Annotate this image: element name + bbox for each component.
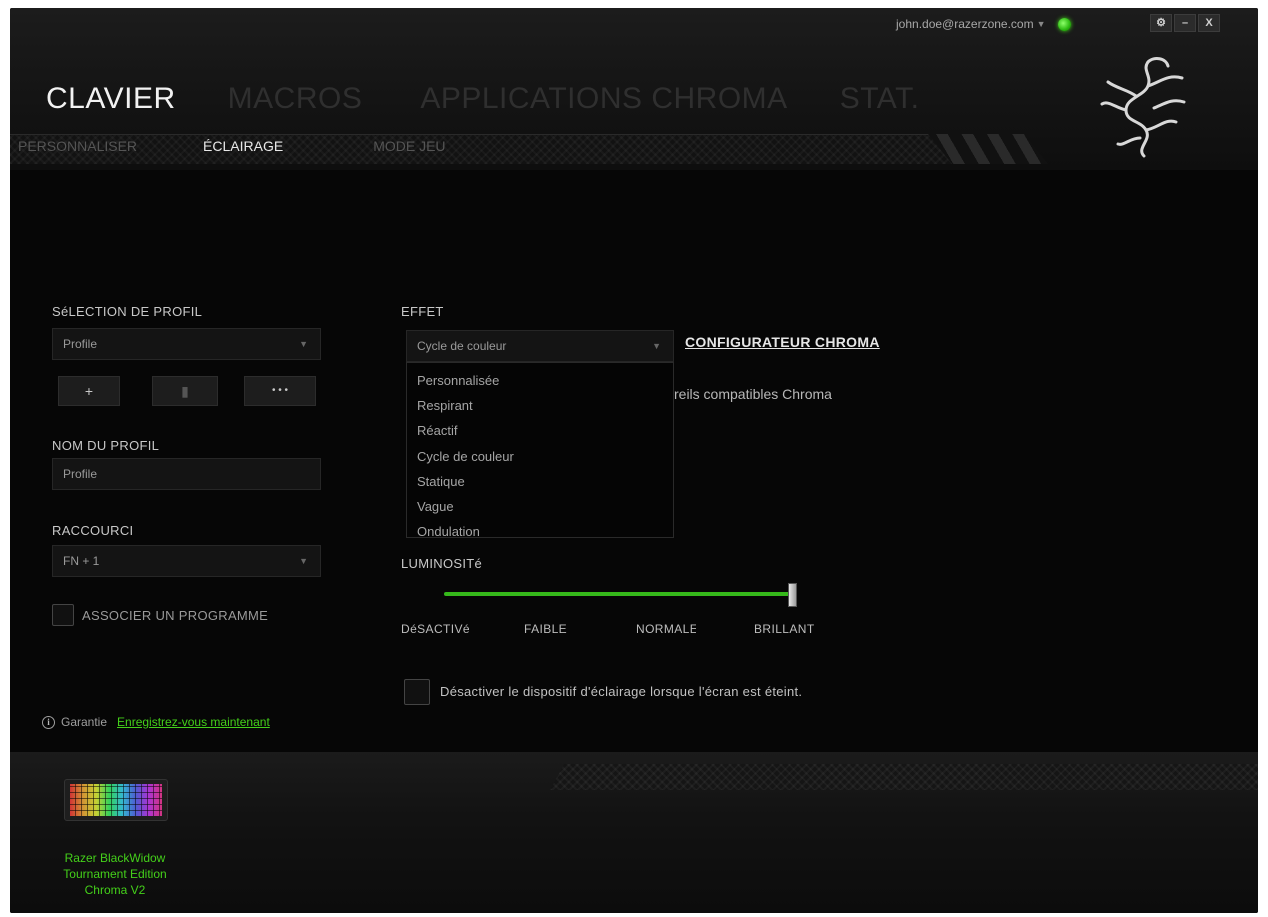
minimize-button[interactable]: – [1174, 14, 1196, 32]
device-band-strip [550, 764, 1258, 790]
window-controls: ⚙ – X [1150, 14, 1220, 32]
tab-clavier[interactable]: CLAVIER [46, 82, 176, 116]
chroma-devices-text: reils compatibles Chroma [674, 386, 832, 402]
delete-profile-button[interactable]: ▮ [152, 376, 218, 406]
effect-label: EFFET [401, 304, 444, 319]
chevron-down-icon: ▼ [299, 339, 308, 349]
associate-program-label: ASSOCIER UN PROGRAMME [82, 608, 269, 623]
chroma-configurator-link[interactable]: CONFIGURATEUR CHROMA [685, 334, 880, 350]
disable-lighting-screen-off-label: Désactiver le dispositif d'éclairage lor… [440, 684, 803, 699]
brightness-tick-normal: NORMALE [636, 622, 696, 636]
close-button[interactable]: X [1198, 14, 1220, 32]
effect-option-cycle-de-couleur[interactable]: Cycle de couleur [407, 444, 673, 469]
chevron-down-icon: ▼ [1036, 19, 1046, 29]
settings-button[interactable]: ⚙ [1150, 14, 1172, 32]
tab-stat[interactable]: STAT. [840, 82, 920, 116]
effect-option-ondulation[interactable]: Ondulation [407, 519, 673, 544]
sub-nav: PERSONNALISER ÉCLAIRAGE MODE JEU [18, 138, 446, 154]
profile-name-input[interactable]: Profile [52, 458, 321, 490]
tab-applications-chroma[interactable]: APPLICATIONS CHROMA [420, 82, 787, 116]
effect-option-statique[interactable]: Statique [407, 469, 673, 494]
disable-lighting-screen-off-checkbox[interactable] [404, 679, 430, 705]
effect-select[interactable]: Cycle de couleur ▼ [406, 330, 674, 362]
gear-icon: ⚙ [1156, 17, 1166, 29]
brightness-label: LUMINOSITé [401, 556, 483, 571]
warranty-row: i Garantie Enregistrez-vous maintenant [42, 715, 270, 729]
online-status-icon [1057, 17, 1071, 31]
add-profile-button[interactable]: + [58, 376, 120, 406]
brightness-tick-off: DéSACTIVé [401, 622, 470, 636]
shortcut-select-value: FN + 1 [63, 554, 100, 568]
device-name-line-3: Chroma V2 [84, 883, 146, 897]
device-name[interactable]: Razer BlackWidow Tournament Edition Chro… [40, 850, 190, 898]
associate-program-checkbox[interactable] [52, 604, 74, 626]
effect-option-reactif[interactable]: Réactif [407, 418, 673, 443]
tab-macros[interactable]: MACROS [228, 82, 363, 116]
profile-selection-label: SéLECTION DE PROFIL [52, 304, 203, 319]
chevron-down-icon: ▼ [652, 341, 661, 351]
shortcut-label: RACCOURCI [52, 523, 134, 538]
account-menu[interactable]: john.doe@razerzone.com ▼ [896, 17, 1071, 31]
effect-dropdown-list: Personnalisée Respirant Réactif Cycle de… [406, 362, 674, 539]
shortcut-select[interactable]: FN + 1 ▼ [52, 545, 321, 577]
effect-option-vague[interactable]: Vague [407, 494, 673, 519]
profile-more-button[interactable]: • • • [244, 376, 316, 406]
subtab-personnaliser[interactable]: PERSONNALISER [18, 138, 137, 154]
device-name-line-1: Razer BlackWidow [64, 851, 166, 865]
keyboard-device-icon[interactable] [64, 779, 168, 821]
brightness-slider-handle[interactable] [788, 583, 797, 607]
effect-option-respirant[interactable]: Respirant [407, 393, 673, 418]
profile-select-value: Profile [63, 337, 98, 351]
brightness-tick-low: FAIBLE [524, 622, 568, 636]
razer-logo-icon [1100, 57, 1186, 158]
register-now-link[interactable]: Enregistrez-vous maintenant [117, 715, 270, 729]
effect-select-value: Cycle de couleur [417, 339, 507, 353]
subtab-mode-jeu[interactable]: MODE JEU [373, 138, 445, 154]
chevron-down-icon: ▼ [299, 556, 308, 566]
brightness-slider-track[interactable] [444, 592, 792, 596]
main-nav: CLAVIER MACROS APPLICATIONS CHROMA STAT. [46, 82, 971, 116]
account-email: john.doe@razerzone.com [896, 17, 1034, 31]
warranty-label: Garantie [61, 715, 108, 729]
effect-option-personnalisee[interactable]: Personnalisée [407, 368, 673, 393]
profile-select[interactable]: Profile ▼ [52, 328, 321, 360]
keyboard-keys [70, 784, 162, 816]
brightness-tick-bright: BRILLANT [754, 622, 815, 636]
synapse-window: john.doe@razerzone.com ▼ ⚙ – X CLAVIER M… [10, 8, 1258, 913]
profile-name-label: NOM DU PROFIL [52, 438, 160, 453]
info-icon: i [42, 715, 55, 729]
subtab-eclairage[interactable]: ÉCLAIRAGE [203, 138, 283, 154]
device-name-line-2: Tournament Edition [63, 867, 167, 881]
